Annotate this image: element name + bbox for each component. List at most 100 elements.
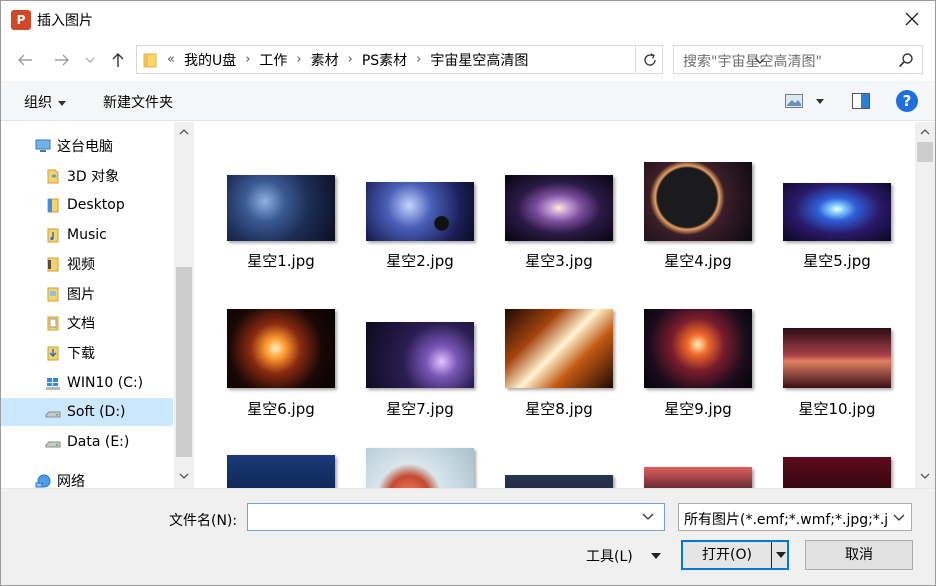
nav-item-videos[interactable]: 视频 <box>1 250 173 278</box>
refresh-button[interactable] <box>637 45 663 74</box>
recent-locations-button[interactable] <box>83 49 97 71</box>
file-item[interactable]: 星空10.jpg <box>772 309 902 439</box>
file-item[interactable]: 星空8.jpg <box>494 309 624 439</box>
powerpoint-icon: P <box>11 10 31 30</box>
file-item[interactable] <box>355 448 485 488</box>
open-button[interactable]: 打开(O) <box>681 540 789 570</box>
drive-icon <box>45 411 61 418</box>
back-arrow-icon <box>18 54 32 66</box>
nav-item-documents[interactable]: 文档 <box>1 309 173 337</box>
chevron-right-icon[interactable]: › <box>296 52 301 67</box>
scrollbar-thumb[interactable] <box>917 142 933 162</box>
file-item[interactable]: 星空4.jpg <box>633 162 763 292</box>
thumbnail-image <box>227 309 335 388</box>
nav-item-3d-objects[interactable]: 3D 对象 <box>1 162 173 190</box>
nav-item-downloads[interactable]: 下载 <box>1 339 173 367</box>
file-item[interactable] <box>633 464 763 488</box>
view-thumbnails-icon[interactable] <box>785 94 805 109</box>
open-options-dropdown[interactable] <box>776 552 786 558</box>
file-name: 星空10.jpg <box>798 400 876 418</box>
scroll-up-icon[interactable] <box>178 126 190 138</box>
organize-label: 组织 <box>24 95 52 111</box>
file-type-value: 所有图片(*.emf;*.wmf;*.jpg;*.j <box>684 512 889 528</box>
tools-menu-button[interactable]: 工具(L) <box>586 546 633 566</box>
navigation-scrollbar[interactable] <box>174 122 194 488</box>
search-icon <box>898 53 913 68</box>
nav-item-desktop[interactable]: Desktop <box>1 191 173 219</box>
nav-item-drive-d[interactable]: Soft (D:) <box>1 398 173 426</box>
chevron-right-icon[interactable]: › <box>416 52 421 67</box>
nav-label: 这台电脑 <box>57 139 113 155</box>
file-item[interactable] <box>772 454 902 488</box>
breadcrumb-item[interactable]: 工作 <box>259 50 287 70</box>
scroll-down-icon[interactable] <box>919 470 931 482</box>
file-name: 星空4.jpg <box>664 252 732 270</box>
file-list: 星空1.jpg 星空2.jpg 星空3.jpg 星空4.jpg 星空5.jpg … <box>195 122 915 488</box>
nav-item-network[interactable]: 网络 <box>1 467 173 488</box>
new-folder-button[interactable]: 新建文件夹 <box>103 92 173 112</box>
forward-button[interactable] <box>51 49 73 71</box>
file-name: 星空2.jpg <box>386 252 454 270</box>
up-arrow-icon <box>112 53 124 67</box>
filename-input[interactable] <box>247 503 665 531</box>
file-name: 星空3.jpg <box>525 252 593 270</box>
scroll-down-icon[interactable] <box>178 470 190 482</box>
file-item[interactable]: 星空2.jpg <box>355 162 485 292</box>
file-name: 星空8.jpg <box>525 400 593 418</box>
filename-history-dropdown[interactable] <box>642 513 654 521</box>
nav-item-music[interactable]: Music <box>1 221 173 249</box>
nav-label: Soft (D:) <box>67 404 126 420</box>
view-options-dropdown[interactable] <box>816 99 824 104</box>
computer-icon <box>35 139 51 152</box>
breadcrumb-item[interactable]: 宇宙星空高清图 <box>430 50 528 70</box>
file-item[interactable]: 星空3.jpg <box>494 162 624 292</box>
nav-item-this-pc[interactable]: 这台电脑 <box>1 132 173 160</box>
file-item[interactable]: 星空1.jpg <box>216 162 346 292</box>
video-folder-icon <box>47 257 59 272</box>
breadcrumb-item[interactable]: 我的U盘 <box>184 50 236 70</box>
preview-pane-icon[interactable] <box>852 93 870 109</box>
close-button[interactable] <box>889 1 935 37</box>
file-item[interactable]: 星空5.jpg <box>772 162 902 292</box>
insert-picture-dialog: P 插入图片 « 我的U盘 › 工作 › 素材 › PS素材 › 宇宙星空高清图… <box>0 0 936 586</box>
file-type-select[interactable]: 所有图片(*.emf;*.wmf;*.jpg;*.j <box>678 503 912 531</box>
file-item[interactable]: 星空7.jpg <box>355 309 485 439</box>
title-bar: P 插入图片 <box>1 1 935 39</box>
nav-label: Music <box>67 227 107 243</box>
file-item[interactable] <box>216 452 346 488</box>
folder-icon <box>143 53 157 68</box>
organize-menu-button[interactable]: 组织 <box>24 92 66 112</box>
file-item[interactable] <box>494 472 624 488</box>
scrollbar-thumb[interactable] <box>176 267 192 457</box>
nav-label: WIN10 (C:) <box>67 375 144 391</box>
cancel-button[interactable]: 取消 <box>805 540 913 570</box>
chevron-right-icon[interactable]: › <box>245 52 250 67</box>
scroll-up-icon[interactable] <box>919 126 931 138</box>
file-name: 星空5.jpg <box>803 252 871 270</box>
thumbnail-image <box>227 455 335 488</box>
nav-item-drive-e[interactable]: Data (E:) <box>1 428 173 456</box>
search-input[interactable]: 搜索"宇宙星空高清图" <box>673 45 923 74</box>
nav-item-drive-c[interactable]: WIN10 (C:) <box>1 369 173 397</box>
up-button[interactable] <box>107 49 129 71</box>
downloads-folder-icon <box>47 346 59 361</box>
file-name: 星空6.jpg <box>247 400 315 418</box>
breadcrumb-item[interactable]: PS素材 <box>362 50 407 70</box>
back-button[interactable] <box>14 49 36 71</box>
filename-label: 文件名(N): <box>169 513 238 529</box>
help-icon[interactable]: ? <box>896 90 918 112</box>
breadcrumb-item[interactable]: 素材 <box>311 50 339 70</box>
caret-down-icon[interactable] <box>651 553 661 559</box>
nav-item-pictures[interactable]: 图片 <box>1 280 173 308</box>
breadcrumb-overflow[interactable]: « <box>167 52 175 67</box>
file-item[interactable]: 星空6.jpg <box>216 309 346 439</box>
thumbnail-image <box>505 309 613 388</box>
chevron-down-icon <box>85 57 95 63</box>
file-list-scrollbar[interactable] <box>915 122 935 488</box>
thumbnail-image <box>366 182 474 241</box>
documents-folder-icon <box>47 316 59 331</box>
chevron-right-icon[interactable]: › <box>348 52 353 67</box>
address-bar[interactable]: « 我的U盘 › 工作 › 素材 › PS素材 › 宇宙星空高清图 <box>136 45 766 74</box>
file-item[interactable]: 星空9.jpg <box>633 309 763 439</box>
nav-label: 下载 <box>67 346 95 362</box>
